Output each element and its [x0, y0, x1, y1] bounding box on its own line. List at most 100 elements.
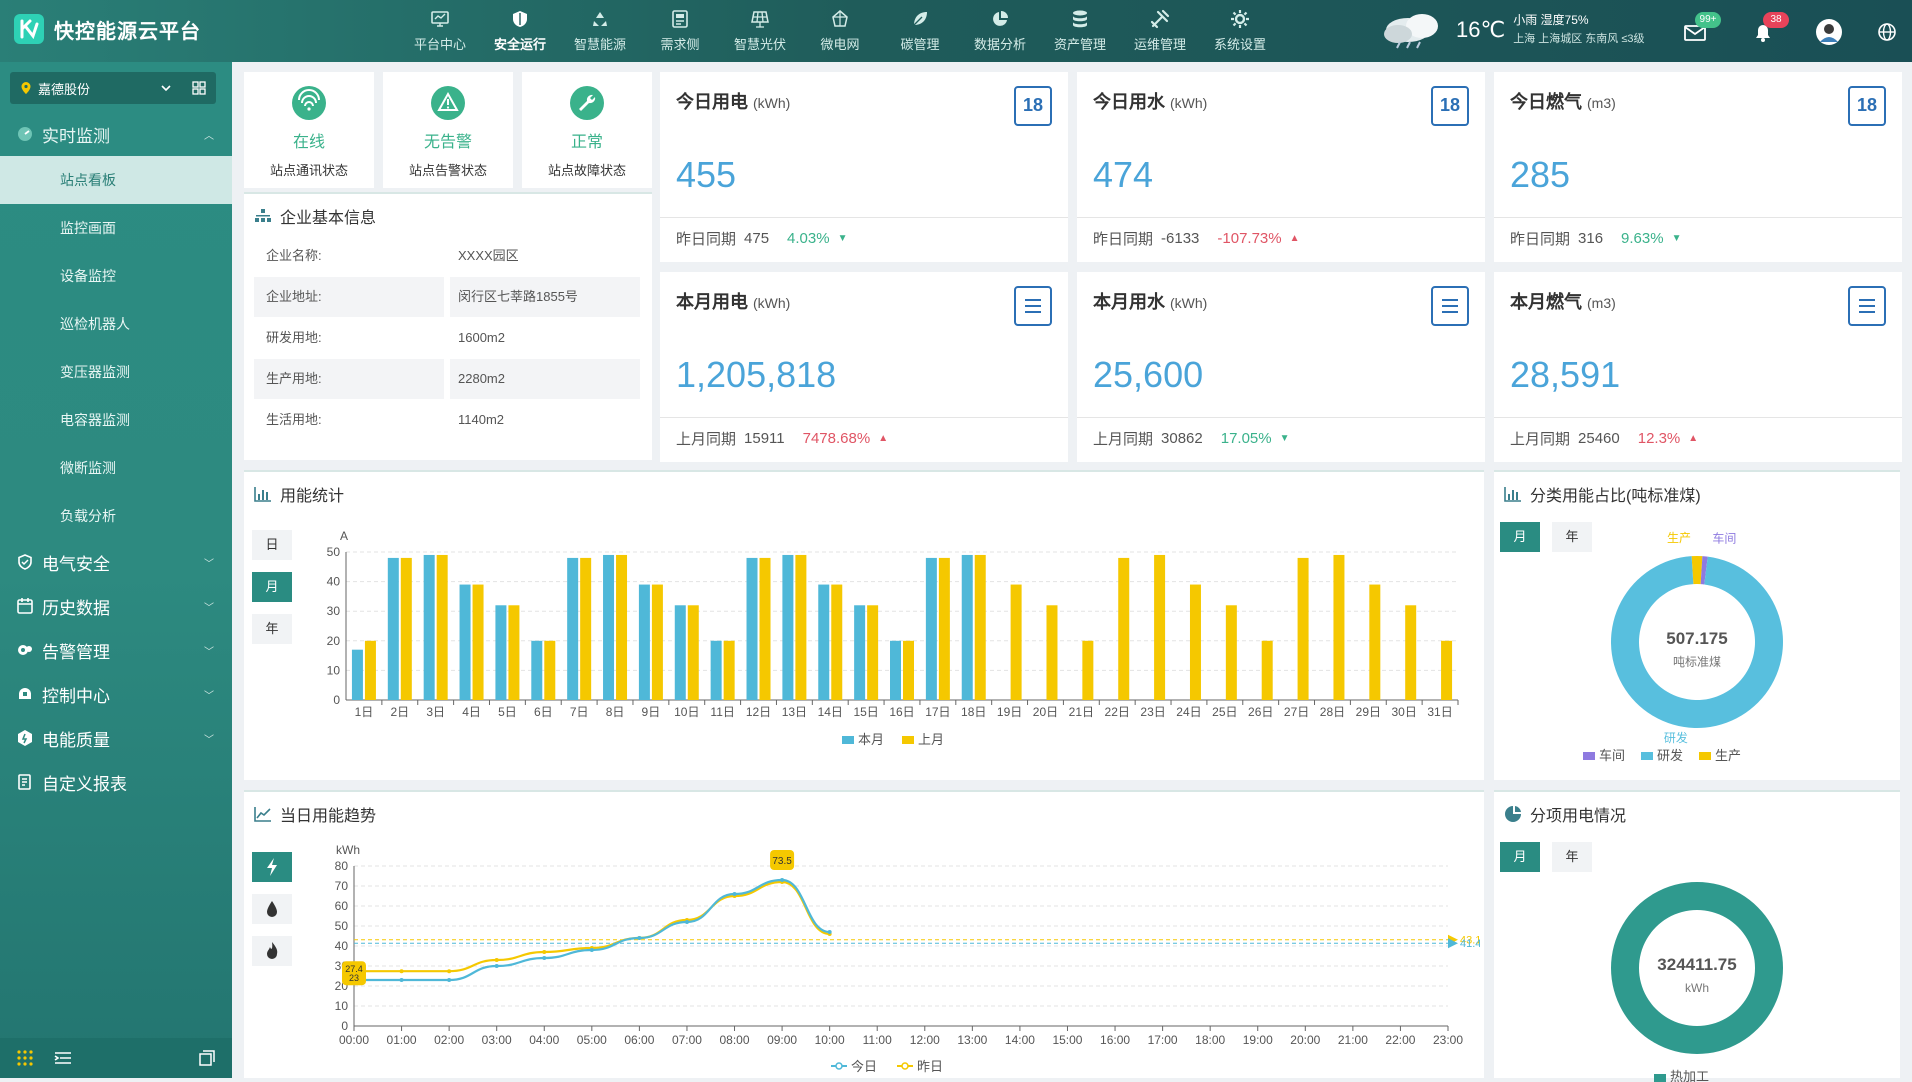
- globe-icon: [1878, 23, 1896, 41]
- mail-button[interactable]: 99+: [1681, 12, 1721, 46]
- line-point: [732, 892, 737, 896]
- nav-label: 平台中心: [413, 37, 466, 52]
- status-value: 在线: [292, 134, 325, 151]
- compare-label: 上月同期: [1093, 431, 1154, 448]
- nav-item-3[interactable]: 需求侧: [640, 0, 720, 62]
- notification-badge: 38: [1763, 12, 1789, 28]
- legend-label[interactable]: 今日: [851, 1059, 877, 1074]
- language-button[interactable]: [1873, 18, 1901, 46]
- window-icon[interactable]: [198, 1049, 216, 1067]
- x-tick-label: 27日: [1284, 705, 1309, 719]
- menu-group-2[interactable]: 历史数据 ﹀: [0, 584, 232, 628]
- energy-tab-2[interactable]: 年: [252, 614, 292, 644]
- nav-item-1[interactable]: 安全运行: [480, 0, 560, 62]
- nav-label: 运维管理: [1133, 37, 1186, 52]
- nav-item-5[interactable]: 微电网: [800, 0, 880, 62]
- energy-tab-0[interactable]: 日: [252, 530, 292, 560]
- menu-group-4[interactable]: 控制中心 ﹀: [0, 672, 232, 716]
- sidebar-sub-item-0[interactable]: 站点看板: [0, 156, 232, 204]
- status-label: 站点告警状态: [408, 163, 487, 178]
- legend-label[interactable]: 热加工: [1670, 1069, 1709, 1082]
- compare-percent: 9.63%: [1621, 230, 1664, 247]
- sidebar-sub-item-6[interactable]: 微断监测: [0, 444, 232, 492]
- legend-label[interactable]: 车间: [1599, 748, 1625, 763]
- menu-group-6[interactable]: 自定义报表: [0, 760, 232, 804]
- calendar-day-icon: 18: [1848, 86, 1886, 126]
- bar-上月: [1154, 554, 1166, 700]
- x-tick-label: 16日: [889, 705, 914, 719]
- company-info-panel: 企业基本信息 企业名称: XXXX园区 企业地址: 闵行区七莘路1855号 研发用地: 1…: [244, 192, 652, 460]
- nav-item-10[interactable]: 系统设置: [1200, 0, 1280, 62]
- slice-label: 车间: [1712, 530, 1736, 545]
- menu-group-label: 控制中心: [42, 686, 110, 706]
- legend-swatch: [842, 736, 854, 744]
- bar-上月: [687, 605, 699, 700]
- sub-item-power-panel: 分项用电情况 月年 324411.75 kWh 热加工: [1494, 790, 1900, 1082]
- user-avatar[interactable]: [1815, 18, 1843, 46]
- grid-view-icon[interactable]: [192, 81, 206, 95]
- logo[interactable]: 快控能源云平台: [14, 14, 201, 44]
- x-tick-label: 24日: [1176, 705, 1201, 719]
- legend-swatch: [1699, 752, 1711, 760]
- nav-item-8[interactable]: 资产管理: [1040, 0, 1120, 62]
- menu-group-3[interactable]: 告警管理 ﹀: [0, 628, 232, 672]
- bar-本月: [495, 605, 507, 700]
- menu-group-1[interactable]: 电气安全 ﹀: [0, 540, 232, 584]
- x-tick-label: 00:00: [339, 1033, 369, 1047]
- avatar-icon: [1816, 19, 1842, 45]
- electric-tab[interactable]: [252, 852, 292, 882]
- legend-label[interactable]: 本月: [858, 732, 884, 747]
- nav-item-2[interactable]: 智慧能源: [560, 0, 640, 62]
- menu-group-0[interactable]: 实时监测 ︿: [0, 112, 232, 156]
- metric-unit: (kWh): [753, 295, 791, 311]
- metric-title-text: 本月用水: [1093, 292, 1165, 312]
- energy-bar-chart: A 0 10 20 30 40 50 1日 2日 3日 4日 5日 6日 7日 8日 9日 10日 11日 12日 1…: [327, 529, 1459, 747]
- bar-上月: [580, 557, 592, 700]
- x-tick-label: 23:00: [1433, 1033, 1463, 1047]
- bar-上月: [616, 554, 628, 700]
- nav-item-0[interactable]: 平台中心: [400, 0, 480, 62]
- y-tick-label: 70: [335, 879, 349, 893]
- legend-label[interactable]: 研发: [1657, 748, 1683, 763]
- compare-percent: 4.03%: [787, 230, 830, 247]
- compare-value: -6133: [1161, 230, 1200, 247]
- menu-collapse-icon[interactable]: [54, 1049, 72, 1067]
- legend-label[interactable]: 昨日: [917, 1059, 943, 1074]
- category-donut-chart: 生产 车间研发507.175吨标准煤车间 研发 生产: [1583, 530, 1783, 763]
- metric-title-text: 今日用电: [676, 92, 748, 112]
- notification-button[interactable]: 38: [1749, 12, 1789, 46]
- bar-上月: [723, 640, 735, 700]
- donut-slice-生产[interactable]: [1691, 556, 1703, 585]
- sidebar-sub-item-4[interactable]: 变压器监测: [0, 348, 232, 396]
- energy-tab-1[interactable]: 月: [252, 572, 292, 602]
- water-tab[interactable]: [252, 894, 292, 924]
- nav-item-9[interactable]: 运维管理: [1120, 0, 1200, 62]
- legend-label[interactable]: 生产: [1715, 748, 1741, 763]
- metric-title-text: 今日用水: [1093, 92, 1165, 112]
- nav-item-6[interactable]: 碳管理: [880, 0, 960, 62]
- info-key: 企业地址:: [254, 277, 444, 317]
- main-nav: 平台中心 安全运行 智慧能源 需求侧 智慧光伏 微电网 碳管理 数据分析 资产管理 运维管理 系统设…: [400, 0, 1280, 62]
- x-tick-label: 01:00: [387, 1033, 417, 1047]
- warning-icon: [437, 91, 459, 111]
- y-tick-label: 60: [335, 899, 349, 913]
- menu-group-5[interactable]: 电能质量 ﹀: [0, 716, 232, 760]
- apps-icon[interactable]: [16, 1049, 34, 1067]
- sidebar-sub-item-2[interactable]: 设备监控: [0, 252, 232, 300]
- monitor-icon: [431, 11, 449, 27]
- nav-item-7[interactable]: 数据分析: [960, 0, 1040, 62]
- metric-compare: 昨日同期 -6133 -107.73% ▲: [1093, 228, 1300, 249]
- sidebar-sub-item-5[interactable]: 电容器监测: [0, 396, 232, 444]
- org-selector[interactable]: 嘉德股份: [10, 72, 216, 104]
- sidebar-sub-item-7[interactable]: 负载分析: [0, 492, 232, 540]
- legend-label[interactable]: 上月: [918, 732, 944, 747]
- database-icon: [1073, 10, 1087, 28]
- gas-tab[interactable]: [252, 936, 292, 966]
- min-label: 23: [349, 973, 359, 983]
- nav-item-4[interactable]: 智慧光伏: [720, 0, 800, 62]
- x-tick-label: 22日: [1105, 705, 1130, 719]
- x-tick-label: 23日: [1140, 705, 1165, 719]
- sidebar-sub-item-1[interactable]: 监控画面: [0, 204, 232, 252]
- sidebar-sub-item-3[interactable]: 巡检机器人: [0, 300, 232, 348]
- donut-center-value: 507.175: [1666, 629, 1727, 648]
